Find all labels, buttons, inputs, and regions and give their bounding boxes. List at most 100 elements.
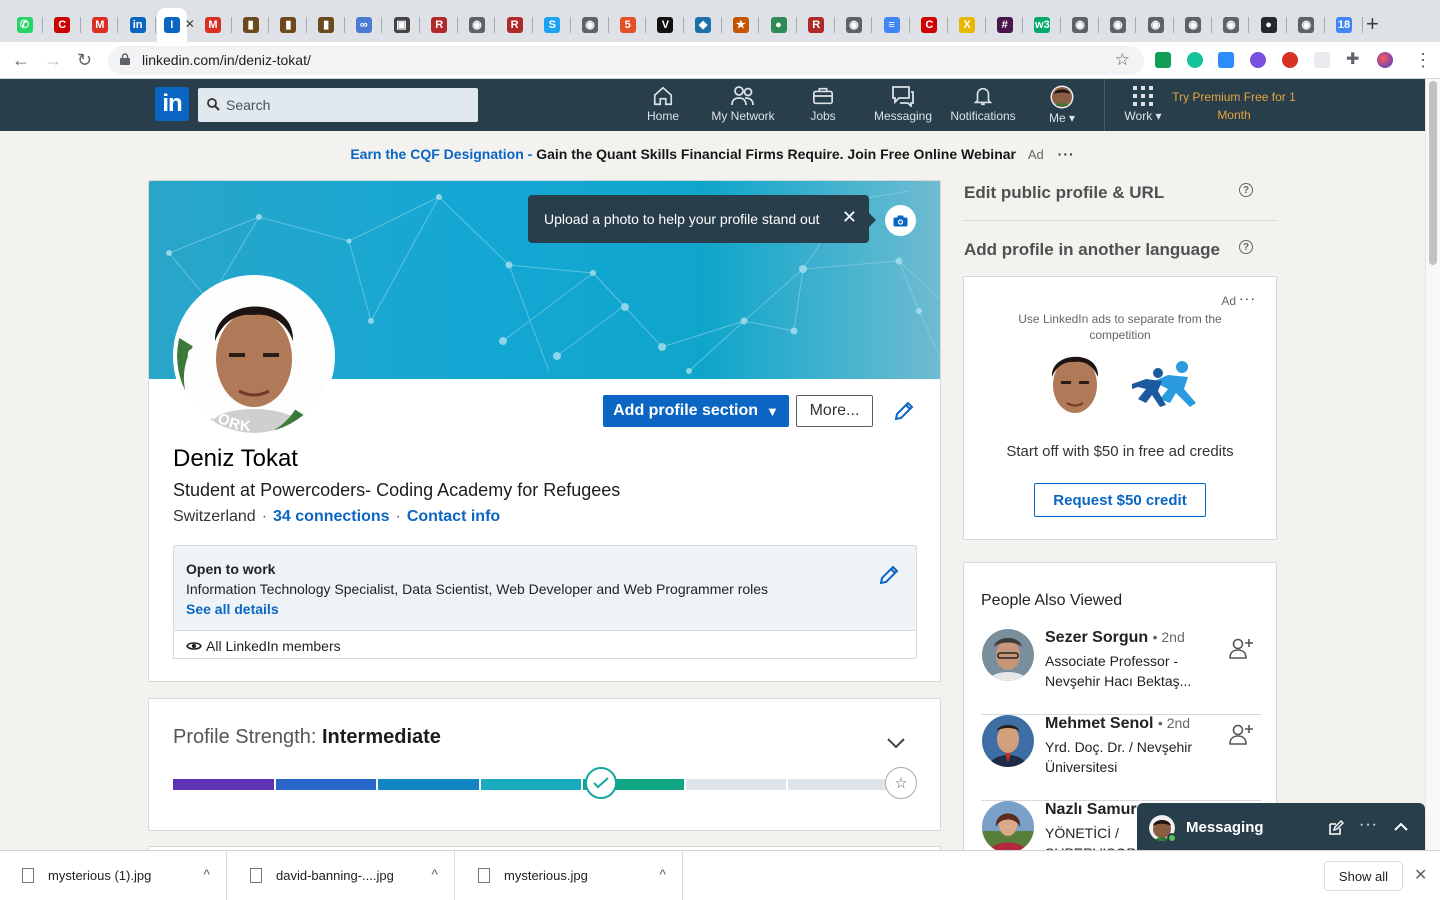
extension-adblock-icon[interactable]	[1282, 52, 1298, 68]
see-all-details-link[interactable]: See all details	[186, 601, 279, 617]
profile-photo[interactable]: #OPENTOWORK	[173, 275, 335, 437]
browser-tab[interactable]: R	[798, 8, 835, 42]
search-input[interactable]: Search	[198, 88, 478, 122]
chevron-up-icon[interactable]: ^	[431, 866, 438, 882]
request-credit-button[interactable]: Request $50 credit	[1034, 483, 1206, 517]
browser-tab[interactable]: 5	[609, 8, 647, 42]
top-ad-text[interactable]: Gain the Quant Skills Financial Firms Re…	[536, 146, 1016, 162]
nav-home[interactable]: Home	[643, 85, 683, 123]
chevron-up-icon[interactable]: ^	[203, 866, 210, 882]
browser-tab[interactable]: ◉	[1175, 8, 1212, 42]
browser-tab[interactable]: ◉	[458, 8, 496, 42]
avatar[interactable]	[982, 629, 1034, 681]
try-premium-link[interactable]: Try Premium Free for 1 Month	[1170, 88, 1298, 124]
nav-me[interactable]: Me ▾	[1042, 85, 1082, 125]
browser-tab[interactable]: ▣	[383, 8, 420, 42]
reload-icon[interactable]: ↻	[77, 50, 92, 70]
close-icon[interactable]: ✕	[842, 207, 857, 228]
help-icon[interactable]: ?	[1239, 240, 1253, 254]
browser-tab[interactable]: ●	[760, 8, 797, 42]
extension-zoom-icon[interactable]	[1218, 52, 1234, 68]
chevron-up-icon[interactable]	[1394, 822, 1408, 831]
avatar[interactable]	[982, 801, 1034, 853]
nav-jobs[interactable]: Jobs	[806, 85, 840, 123]
browser-tab[interactable]: R	[496, 8, 534, 42]
browser-tab[interactable]: C	[911, 8, 948, 42]
browser-tab[interactable]: ◉	[1062, 8, 1099, 42]
avatar[interactable]	[982, 715, 1034, 767]
browser-tab[interactable]: M	[195, 8, 232, 42]
list-item[interactable]: Mehmet Senol • 2nd Yrd. Doç. Dr. / Nevşe…	[981, 715, 1261, 801]
browser-tab[interactable]: R	[421, 8, 458, 42]
download-item[interactable]: mysterious (1).jpg ^	[0, 851, 227, 900]
messaging-overlay[interactable]: Messaging ···	[1137, 803, 1425, 853]
nav-my-network[interactable]: My Network	[706, 85, 780, 123]
browser-tab[interactable]: M	[81, 8, 119, 42]
browser-tab[interactable]: ◉	[1288, 8, 1325, 42]
ad-more-icon[interactable]: ···	[1058, 146, 1075, 162]
edit-public-profile-link[interactable]: Edit public profile & URL	[964, 183, 1164, 203]
contact-info-link[interactable]: Contact info	[407, 508, 500, 525]
linkedin-logo[interactable]: in	[155, 87, 189, 121]
browser-tab[interactable]: ◉	[835, 8, 873, 42]
browser-tab[interactable]: ▮	[308, 8, 345, 42]
address-bar[interactable]: linkedin.com/in/deniz-tokat/ ☆	[108, 46, 1144, 75]
browser-tab[interactable]: ◉	[572, 8, 609, 42]
browser-menu-icon[interactable]: ⋮	[1414, 50, 1432, 70]
extension-grammarly-icon[interactable]	[1187, 52, 1203, 68]
add-profile-section-button[interactable]: Add profile section ▼	[603, 395, 789, 427]
bookmark-star-icon[interactable]: ☆	[1115, 50, 1130, 70]
browser-tab[interactable]: 18	[1326, 8, 1363, 42]
help-icon[interactable]: ?	[1239, 183, 1253, 197]
person-name[interactable]: Mehmet Senol • 2nd	[1045, 715, 1190, 733]
chevron-down-icon[interactable]	[886, 737, 906, 749]
browser-tab[interactable]: in	[119, 8, 157, 42]
person-name[interactable]: Nazlı Samur	[1045, 801, 1137, 819]
browser-tab[interactable]: S	[534, 8, 571, 42]
nav-messaging[interactable]: Messaging	[871, 85, 935, 123]
connect-icon[interactable]	[1228, 723, 1254, 745]
browser-tab[interactable]: C	[44, 8, 81, 42]
list-item[interactable]: Sezer Sorgun • 2nd Associate Professor -…	[981, 629, 1261, 715]
nav-notifications[interactable]: Notifications	[944, 85, 1022, 123]
close-icon[interactable]: ✕	[1414, 865, 1427, 885]
back-icon[interactable]: ←	[12, 50, 30, 70]
connections-link[interactable]: 34 connections	[273, 508, 389, 525]
browser-tab[interactable]: ∞	[345, 8, 383, 42]
browser-tab[interactable]: V	[647, 8, 684, 42]
browser-tab[interactable]: ▮	[270, 8, 307, 42]
browser-tab[interactable]: ◆	[685, 8, 722, 42]
close-tab-icon[interactable]: ✕	[185, 17, 195, 31]
browser-tab[interactable]: ★	[722, 8, 760, 42]
nav-work[interactable]: Work ▾	[1118, 85, 1168, 123]
extension-grey-icon[interactable]	[1314, 52, 1330, 68]
download-item[interactable]: mysterious.jpg ^	[456, 851, 683, 900]
edit-pencil-icon[interactable]	[893, 400, 915, 422]
browser-tab[interactable]: ●	[1250, 8, 1288, 42]
extension-evernote-icon[interactable]	[1155, 52, 1171, 68]
connect-icon[interactable]	[1228, 637, 1254, 659]
edit-pencil-icon[interactable]	[878, 564, 900, 586]
browser-tab[interactable]: X	[949, 8, 986, 42]
person-name[interactable]: Sezer Sorgun • 2nd	[1045, 629, 1185, 647]
browser-tab[interactable]: ◉	[1099, 8, 1137, 42]
forward-icon[interactable]: →	[44, 50, 62, 70]
browser-tab[interactable]: ≡	[873, 8, 911, 42]
top-ad-link[interactable]: Earn the CQF Designation -	[350, 146, 532, 162]
browser-tab[interactable]: ◉	[1137, 8, 1174, 42]
ad-more-icon[interactable]: ···	[1239, 290, 1256, 306]
more-button[interactable]: More...	[796, 395, 873, 427]
browser-tab[interactable]: I ✕	[156, 8, 195, 42]
browser-tab[interactable]: ◉	[1212, 8, 1250, 42]
browser-tab[interactable]: ▮	[232, 8, 270, 42]
browser-tab[interactable]: #	[986, 8, 1024, 42]
profile-avatar-icon[interactable]	[1377, 52, 1393, 68]
add-profile-language-link[interactable]: Add profile in another language	[964, 240, 1220, 260]
browser-tab[interactable]: w3	[1024, 8, 1061, 42]
scrollbar-thumb[interactable]	[1429, 81, 1437, 265]
extensions-puzzle-icon[interactable]: ✚	[1346, 50, 1359, 70]
download-item[interactable]: david-banning-....jpg ^	[228, 851, 455, 900]
messaging-more-icon[interactable]: ···	[1359, 816, 1378, 834]
new-tab-button[interactable]: +	[1366, 13, 1379, 35]
extension-check-icon[interactable]	[1250, 52, 1266, 68]
